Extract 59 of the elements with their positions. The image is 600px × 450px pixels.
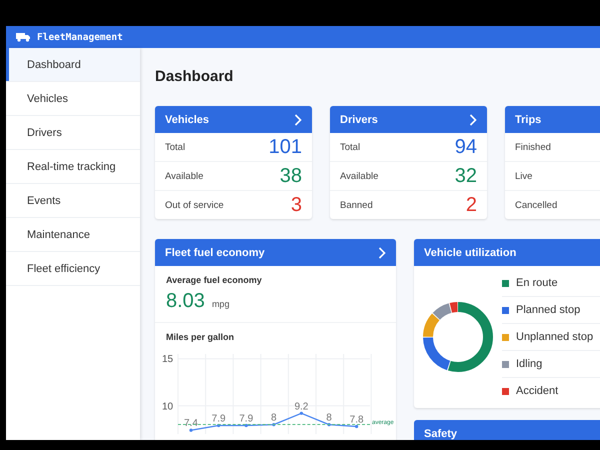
sidebar-item[interactable]: Vehicles: [6, 82, 140, 116]
stat-value: 101: [268, 136, 302, 158]
chart-title: Miles per gallon: [166, 332, 236, 342]
data-point: [355, 424, 358, 428]
legend-label: Planned stop: [516, 304, 580, 316]
chevron-right-icon[interactable]: [378, 246, 386, 258]
stat-label: Total: [165, 142, 186, 152]
legend-label: Accident: [516, 385, 558, 397]
donut-chart-drawing: [422, 301, 494, 373]
metric-label: Average fuel economy: [166, 275, 263, 285]
data-label: 7.9: [239, 414, 254, 425]
stat-value: 32: [454, 164, 477, 188]
data-point: [189, 428, 193, 432]
data-point: [272, 423, 276, 426]
stat-value: 2: [466, 194, 477, 216]
sidebar-item[interactable]: Real-time tracking: [6, 150, 140, 184]
data-label: 7.8: [350, 414, 364, 426]
stat-label: Available: [165, 170, 204, 182]
card-title: Trips: [515, 114, 542, 126]
data-point: [300, 412, 303, 415]
chevron-right-icon[interactable]: [469, 114, 477, 126]
stat-value: 94: [454, 136, 477, 158]
legend-label: Unplanned stop: [516, 331, 594, 343]
data-label: 9.2: [294, 401, 308, 412]
legend-label: Idling: [516, 358, 542, 370]
sidebar-item[interactable]: Dashboard: [6, 48, 140, 82]
metric-value: 8.03: [166, 290, 205, 313]
sidebar-item[interactable]: Maintenance: [6, 218, 140, 252]
stat-label: Out of service: [165, 200, 224, 210]
stat-value: 38: [280, 164, 302, 188]
metric-unit: mpg: [212, 299, 230, 309]
stat-label: Finished: [515, 142, 551, 152]
stat-value: 3: [290, 194, 302, 216]
app-title: FleetManagement: [37, 32, 123, 42]
sidebar-item[interactable]: Fleet efficiency: [6, 252, 140, 286]
legend-label: En route: [516, 277, 558, 289]
card-title: Fleet fuel economy: [165, 246, 265, 258]
page-title: Dashboard: [155, 68, 234, 86]
data-point: [217, 424, 220, 428]
chevron-right-icon[interactable]: [294, 114, 302, 126]
truck-icon: [16, 32, 31, 42]
card-title: Safety: [424, 428, 458, 440]
sidebar-item[interactable]: Drivers: [6, 116, 140, 150]
stat-label: Available: [340, 170, 378, 182]
stat-label: Live: [515, 170, 532, 182]
sidebar-item[interactable]: Events: [6, 184, 140, 218]
stat-label: Cancelled: [515, 200, 558, 210]
data-label: 8: [271, 412, 277, 424]
y-tick-label: 10: [162, 401, 174, 412]
data-label: 7.9: [212, 414, 226, 425]
card-title: Drivers: [340, 114, 378, 126]
stat-label: Banned: [340, 200, 373, 210]
data-point: [327, 423, 331, 426]
data-point: [244, 424, 248, 428]
card-title: Vehicles: [165, 114, 210, 126]
card-title: Vehicle utilization: [424, 246, 516, 258]
data-label: 8: [326, 412, 332, 424]
y-tick-label: 15: [162, 354, 174, 366]
stat-label: Total: [340, 142, 360, 152]
